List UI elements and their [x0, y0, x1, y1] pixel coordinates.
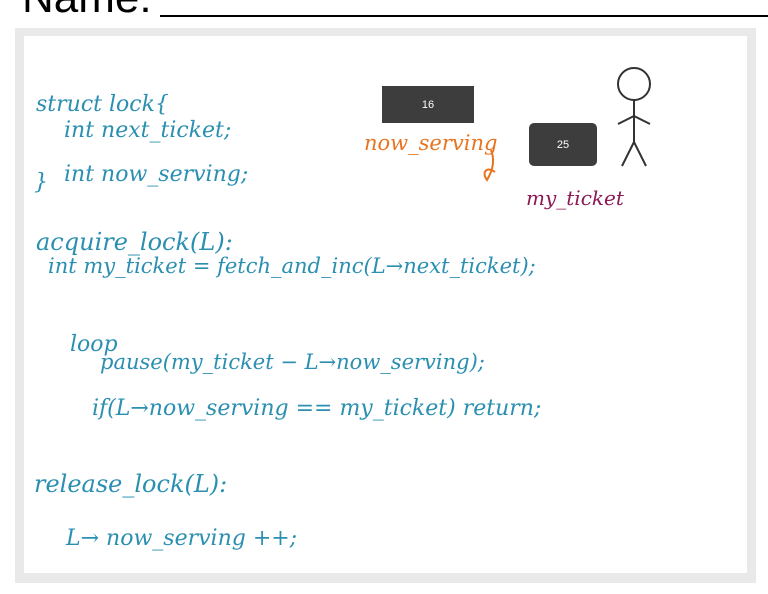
slide-canvas: struct lock{ int next_ticket; } int now_…: [24, 36, 747, 573]
stick-figure-icon: [617, 67, 651, 167]
now-serving-box: 16: [382, 86, 474, 123]
name-underline: [160, 15, 768, 17]
now-serving-label: now_serving: [364, 131, 498, 155]
code-release-line: release_lock(L):: [34, 470, 228, 498]
code-close-brace: }: [34, 170, 48, 195]
code-if-line: if(L→now_serving == my_ticket) return;: [92, 396, 542, 421]
my-ticket-label: my_ticket: [526, 186, 624, 210]
code-struct-line: struct lock{: [36, 92, 169, 117]
code-next-ticket-line: int next_ticket;: [64, 118, 232, 143]
name-label: Name:: [22, 0, 152, 20]
my-ticket-box: 25: [529, 123, 597, 166]
code-my-ticket-line: int my_ticket = fetch_and_inc(L→next_tic…: [48, 254, 536, 278]
code-acquire-line: acquire_lock(L):: [36, 228, 233, 256]
code-pause-line: pause(my_ticket − L→now_serving);: [100, 350, 485, 374]
code-increment-line: L→ now_serving ++;: [66, 526, 298, 551]
code-now-serving-line: int now_serving;: [64, 162, 249, 187]
now-serving-hook: [483, 149, 496, 182]
